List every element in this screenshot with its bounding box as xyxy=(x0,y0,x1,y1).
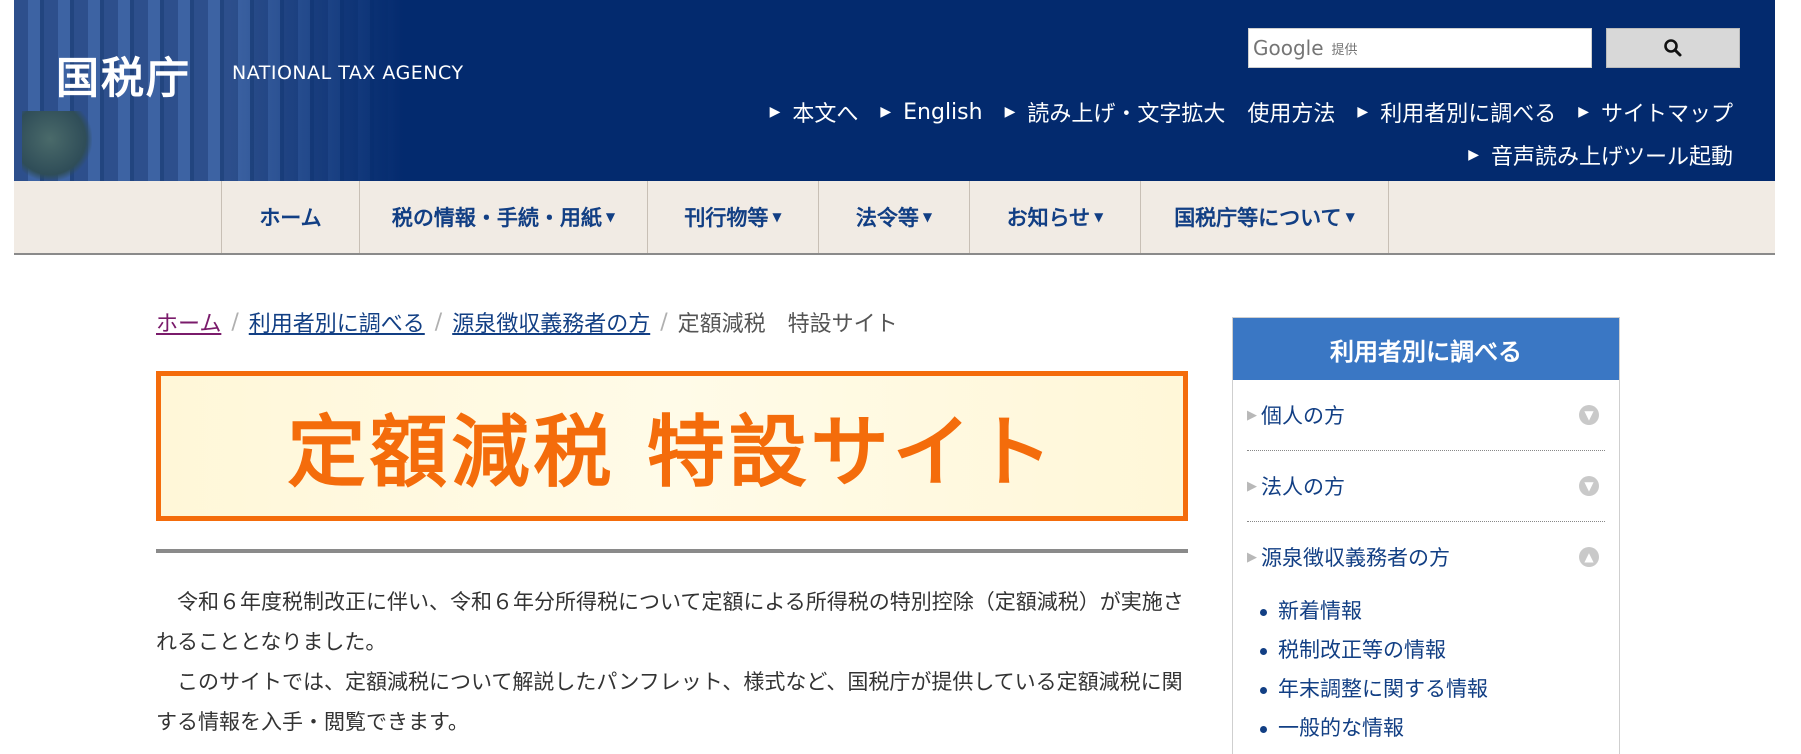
breadcrumb-separator: / xyxy=(434,309,443,335)
utility-link[interactable]: ▶ 本文へ xyxy=(770,96,859,128)
utility-link-label: サイトマップ xyxy=(1600,102,1733,127)
intro-text: 令和６年度税制改正に伴い、令和６年分所得税について定額による所得税の特別控除（定… xyxy=(156,582,1188,742)
caret-down-icon: ▼ xyxy=(1094,210,1104,224)
triangle-right-icon: ▶ xyxy=(880,104,892,120)
sidebar-item-corporation[interactable]: ▶ 法人の方 ▼ xyxy=(1247,451,1605,522)
utility-link-label: 使用方法 xyxy=(1247,102,1336,127)
triangle-right-icon: ▶ xyxy=(1247,407,1257,423)
utility-link-label: 読み上げ・文字拡大 xyxy=(1027,102,1226,127)
sidebar-subitem-year-end[interactable]: 年末調整に関する情報 xyxy=(1260,670,1619,709)
page-title-banner: 定額減税 特設サイト xyxy=(156,371,1188,521)
caret-down-icon: ▼ xyxy=(605,210,616,224)
utility-link-label: 本文へ xyxy=(792,102,859,127)
utility-link[interactable]: ▶ 音声読み上げツール起動 xyxy=(1468,139,1733,171)
global-nav-items: ホーム 税の情報・手続・用紙 ▼ 刊行物等 ▼ 法令等 ▼ お知らせ ▼ 国税庁等について ▼ xyxy=(221,181,1389,253)
sidebar-item-label: 法人の方 xyxy=(1261,475,1345,499)
breadcrumb-by-user[interactable]: 利用者別に調べる xyxy=(249,306,425,338)
utility-links-row1: ▶ 本文へ ▶ English ▶ 読み上げ・文字拡大 使用方法 ▶ 利用者別に調べる ▶ サイトマ… xyxy=(748,96,1733,128)
sidebar-item-withholding[interactable]: ▶ 源泉徴収義務者の方 ▲ xyxy=(1247,522,1605,592)
nav-item-label: 刊行物等 xyxy=(684,206,769,230)
utility-link-label: English xyxy=(903,99,983,125)
breadcrumb-separator: / xyxy=(660,309,668,335)
nav-item-label: 法令等 xyxy=(855,206,919,230)
nav-item-3[interactable]: 法令等 ▼ xyxy=(818,181,969,253)
breadcrumb-separator: / xyxy=(231,309,239,335)
breadcrumb: ホーム / 利用者別に調べる / 源泉徴収義務者の方 / 定額減税 特設サイト xyxy=(156,306,898,338)
expand-down-icon[interactable]: ▼ xyxy=(1579,405,1599,425)
triangle-right-icon: ▶ xyxy=(769,104,781,120)
nav-item-label: 税の情報・手続・用紙 xyxy=(391,206,602,230)
search-button[interactable] xyxy=(1606,28,1740,68)
sidebar-item-label: 個人の方 xyxy=(1261,404,1345,428)
search-input[interactable]: Google 提供 xyxy=(1248,28,1592,68)
sidebar-title: 利用者別に調べる xyxy=(1233,318,1619,380)
nav-item-label: 国税庁等について xyxy=(1174,206,1342,230)
utility-link-label: 音声読み上げツール起動 xyxy=(1490,145,1733,170)
utility-link[interactable]: 使用方法 xyxy=(1247,96,1335,128)
nav-item-5[interactable]: 国税庁等について ▼ xyxy=(1140,181,1389,253)
breadcrumb-home[interactable]: ホーム xyxy=(156,306,221,338)
sidebar-by-user: 利用者別に調べる ▶ 個人の方 ▼ ▶ 法人の方 ▼ ▶ 源泉徴収義務者の方 ▲… xyxy=(1232,317,1620,754)
triangle-right-icon: ▶ xyxy=(1004,104,1016,120)
triangle-right-icon: ▶ xyxy=(1578,104,1589,120)
sidebar-subitem-general[interactable]: 一般的な情報 xyxy=(1260,709,1619,748)
utility-link[interactable]: ▶ 読み上げ・文字拡大 xyxy=(1005,96,1226,128)
utility-link[interactable]: ▶ 利用者別に調べる xyxy=(1357,96,1556,128)
nav-item-4[interactable]: お知らせ ▼ xyxy=(969,181,1140,253)
caret-down-icon: ▼ xyxy=(772,210,782,224)
breadcrumb-current: 定額減税 特設サイト xyxy=(677,312,898,337)
nav-item-0[interactable]: ホーム xyxy=(221,181,359,253)
utility-link-label: 利用者別に調べる xyxy=(1380,102,1557,127)
nav-item-1[interactable]: 税の情報・手続・用紙 ▼ xyxy=(359,181,647,253)
site-logo-english: NATIONAL TAX AGENCY xyxy=(232,62,464,84)
search-provided-label: 提供 xyxy=(1331,42,1358,58)
intro-paragraph: このサイトでは、定額減税について解説したパンフレット、様式など、国税庁が提供して… xyxy=(156,670,1183,734)
utility-links-row2: ▶ 音声読み上げツール起動 xyxy=(1446,139,1733,171)
sidebar-item-individual[interactable]: ▶ 個人の方 ▼ xyxy=(1247,380,1605,451)
header-photo-tree xyxy=(22,111,92,181)
utility-link[interactable]: ▶ English xyxy=(880,100,982,125)
triangle-right-icon: ▶ xyxy=(1468,147,1479,163)
sidebar-subitem-news[interactable]: 新着情報 xyxy=(1260,592,1619,631)
page-title: 定額減税 特設サイト xyxy=(287,408,1057,498)
google-brand: Google xyxy=(1253,36,1324,60)
collapse-up-icon[interactable]: ▲ xyxy=(1579,547,1599,567)
title-divider xyxy=(156,549,1188,553)
triangle-right-icon: ▶ xyxy=(1247,549,1257,565)
search-icon xyxy=(1664,39,1682,57)
site-header: 国税庁 NATIONAL TAX AGENCY Google 提供 ▶ 本文へ ▶ E… xyxy=(14,0,1775,181)
nav-item-label: お知らせ xyxy=(1006,206,1091,230)
nav-item-2[interactable]: 刊行物等 ▼ xyxy=(647,181,818,253)
utility-link[interactable]: ▶ サイトマップ xyxy=(1578,96,1733,128)
caret-down-icon: ▼ xyxy=(922,210,933,224)
intro-paragraph: 令和６年度税制改正に伴い、令和６年分所得税について定額による所得税の特別控除（定… xyxy=(156,590,1184,654)
global-nav: ホーム 税の情報・手続・用紙 ▼ 刊行物等 ▼ 法令等 ▼ お知らせ ▼ 国税庁等について ▼ xyxy=(14,181,1775,255)
nav-item-label: ホーム xyxy=(259,206,322,230)
sidebar-item-label: 源泉徴収義務者の方 xyxy=(1261,546,1450,570)
triangle-right-icon: ▶ xyxy=(1247,478,1257,494)
sidebar-subitem-tax-reform[interactable]: 税制改正等の情報 xyxy=(1260,631,1619,670)
breadcrumb-withholding[interactable]: 源泉徴収義務者の方 xyxy=(452,306,650,338)
sidebar-sublist: 新着情報 税制改正等の情報 年末調整に関する情報 一般的な情報 xyxy=(1233,592,1619,748)
triangle-right-icon: ▶ xyxy=(1357,104,1369,120)
site-logo[interactable]: 国税庁 xyxy=(56,44,191,106)
expand-down-icon[interactable]: ▼ xyxy=(1579,476,1599,496)
caret-down-icon: ▼ xyxy=(1345,210,1355,224)
